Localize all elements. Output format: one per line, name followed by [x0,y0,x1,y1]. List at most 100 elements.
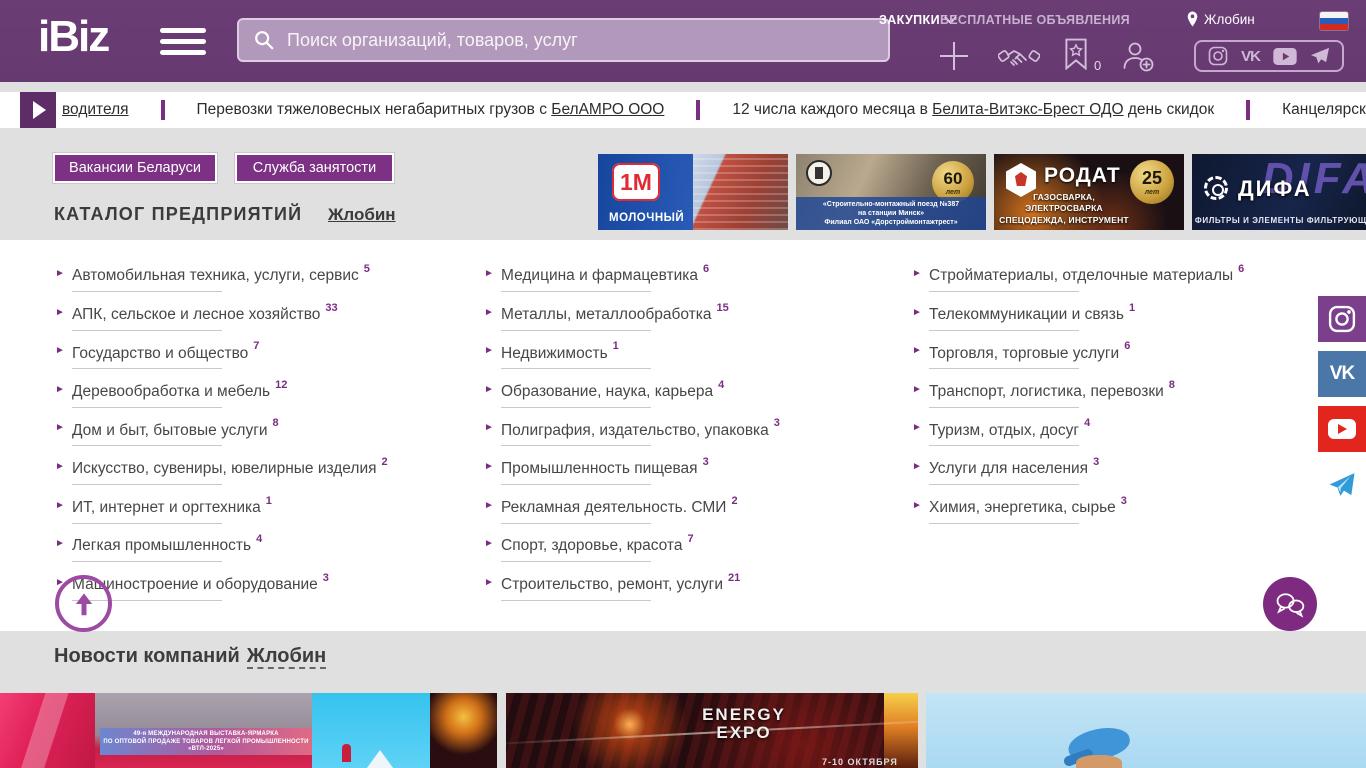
catalog-category[interactable]: ► ИТ, интернет и оргтехника 1 [55,495,470,536]
catalog-category[interactable]: ► Автомобильная техника, услуги, сервис 5 [55,263,470,304]
category-count: 3 [773,417,780,430]
news-ticker: водителя Перевозки тяжеловесных негабарит… [0,92,1366,128]
banner-1m-molochny[interactable]: 1М МОЛОЧНЫЙ [598,154,788,230]
triangle-bullet-icon: ► [912,460,922,472]
sidebar-instagram-icon[interactable] [1318,296,1366,342]
category-count: 2 [731,494,738,507]
add-user-icon[interactable] [1120,38,1156,79]
catalog-category[interactable]: ► АПК, сельское и лесное хозяйство 33 [55,302,470,343]
news-city-link[interactable]: Жлобин [246,645,327,669]
logo[interactable]: iBiz [38,12,110,62]
divider [501,445,651,447]
news-photo-energy-expo[interactable]: ENERGY EXPO 7-10 ОКТЯБРЯ [506,693,918,768]
1m-logo: 1М [612,163,660,201]
triangle-bullet-icon: ► [484,576,494,588]
sidebar-vk-icon[interactable]: VK [1318,351,1366,397]
ticker-link[interactable]: БелАМРО ООО [551,101,664,118]
catalog-category[interactable]: ► Деревообработка и мебель 12 [55,379,470,420]
catalog-category[interactable]: ► Медицина и фармацевтика 6 [484,263,899,304]
youtube-icon[interactable] [1273,47,1297,65]
category-count: 6 [703,263,710,275]
bookmarks-icon[interactable] [1064,38,1088,75]
catalog-category[interactable]: ► Металлы, металлообработка 15 [484,302,899,343]
handshake-icon[interactable] [997,42,1041,77]
catalog-column-3: ► Стройматериалы, отделочные материалы 6 ► Т… [912,263,1327,536]
catalog-category[interactable]: ► Транспорт, логистика, перевозки 8 [912,379,1327,420]
scroll-to-top-button[interactable] [55,575,112,632]
ticker-item: Канцелярские т [1282,101,1366,118]
menu-icon[interactable] [160,28,206,61]
catalog-category[interactable]: ► Услуги для населения 3 [912,456,1327,497]
category-count: 1 [612,340,619,353]
catalog-category[interactable]: ► Промышленность пищевая 3 [484,456,899,497]
telegram-icon[interactable] [1310,47,1330,65]
catalog-category[interactable]: ► Телекоммуникации и связь 1 [912,301,1327,343]
divider [501,483,651,485]
add-listing-plus-icon[interactable] [938,40,970,77]
catalog-category[interactable]: ► Строительство, ремонт, услуги 21 [484,572,899,613]
catalog-category[interactable]: ► Торговля, торговые услуги 6 [912,340,1327,381]
banner-difa[interactable]: DIFA ДИФА ФИЛЬТРЫ И ЭЛЕМЕНТЫ ФИЛЬТРУЮЩИЕ [1192,154,1366,230]
chat-button[interactable] [1263,577,1317,631]
location-selector[interactable]: Жлобин [1186,11,1255,27]
triangle-bullet-icon: ► [484,345,494,357]
triangle-bullet-icon: ► [912,422,922,434]
catalog-category[interactable]: ► Государство и общество 7 [55,340,470,381]
category-count: 4 [256,533,263,546]
triangle-bullet-icon: ► [484,538,494,550]
catalog-category[interactable]: ► Полиграфия, издательство, упаковка 3 [484,417,899,458]
ticker-link[interactable]: водителя [62,101,129,118]
banner-smp-387[interactable]: 60 лет «Строительно-монтажный поезд №387 … [796,154,986,230]
catalog-column-2: ► Медицина и фармацевтика 6 ► Металлы, метал… [484,263,899,613]
divider [929,291,1079,292]
ticker-play-icon[interactable] [20,92,56,128]
catalog-category[interactable]: ► Стройматериалы, отделочные материалы 6 [912,263,1327,304]
category-count: 1 [1129,301,1136,314]
news-photo-person[interactable] [926,693,1366,768]
divider [72,368,222,370]
divider [501,291,651,292]
triangle-bullet-icon: ► [912,499,922,511]
catalog-category[interactable]: ► Дом и быт, бытовые услуги 8 [55,417,470,458]
instagram-icon[interactable] [1208,46,1228,66]
catalog-category[interactable]: ► Спорт, здоровье, красота 7 [484,533,899,574]
russian-flag-icon[interactable] [1320,12,1348,30]
catalog-category[interactable]: ► Машиностроение и оборудование 3 [55,572,470,613]
news-section-title: Новости компаний Жлобин [54,645,327,669]
vk-icon[interactable]: VK [1241,48,1261,65]
triangle-bullet-icon: ► [484,422,494,434]
catalog-category[interactable]: ► Химия, энергетика, сырье 3 [912,495,1327,536]
sidebar-youtube-icon[interactable] [1318,406,1366,452]
ticker-separator [160,100,165,120]
location-pin-icon [1187,11,1198,27]
banner-rodat[interactable]: РОДАТ 25 лет ГАЗОСВАРКА, ЭЛЕКТРОСВАРКА СП… [994,154,1184,230]
ticker-link[interactable]: Белита-Витэкс-Брест ОДО [932,101,1123,118]
catalog-category[interactable]: ► Искусство, сувениры, ювелирные изделия 2 [55,455,470,497]
catalog-category[interactable]: ► Рекламная деятельность. СМИ 2 [484,494,899,536]
sidebar-telegram-icon[interactable] [1318,461,1366,507]
ticker-separator [696,100,701,120]
divider [929,329,1079,331]
vacancies-button[interactable]: Вакансии Беларуси [53,153,217,183]
divider [929,406,1079,408]
divider [501,599,651,601]
smp-emblem-icon [806,160,832,186]
energy-expo-logo: ENERGY EXPO [702,705,786,743]
triangle-bullet-icon: ► [484,460,494,472]
catalog-category[interactable]: ► Образование, наука, карьера 4 [484,379,899,420]
news-photo-exhibition[interactable]: 49-я МЕЖДУНАРОДНАЯ ВЫСТАВКА-ЯРМАРКА ПО О… [0,693,497,768]
triangle-bullet-icon: ► [55,268,65,279]
catalog-category[interactable]: ► Легкая промышленность 4 [55,533,470,574]
search-input[interactable] [285,28,874,52]
category-count: 2 [381,455,388,468]
divider [929,445,1079,447]
catalog-category[interactable]: ► Недвижимость 1 [484,340,899,381]
catalog-city-link[interactable]: Жлобин [328,205,396,225]
exhibition-banner-text: 49-я МЕЖДУНАРОДНАЯ ВЫСТАВКА-ЯРМАРКА ПО О… [100,728,312,755]
catalog-panel: ► Автомобильная техника, услуги, сервис 5 ►… [0,240,1366,631]
free-ads-link[interactable]: БЕСПЛАТНЫЕ ОБЪЯВЛЕНИЯ [940,13,1130,27]
triangle-bullet-icon: ► [912,268,922,279]
catalog-category[interactable]: ► Туризм, отдых, досуг 4 [912,417,1327,458]
employment-service-button[interactable]: Служба занятости [235,153,394,183]
divider [929,483,1079,485]
